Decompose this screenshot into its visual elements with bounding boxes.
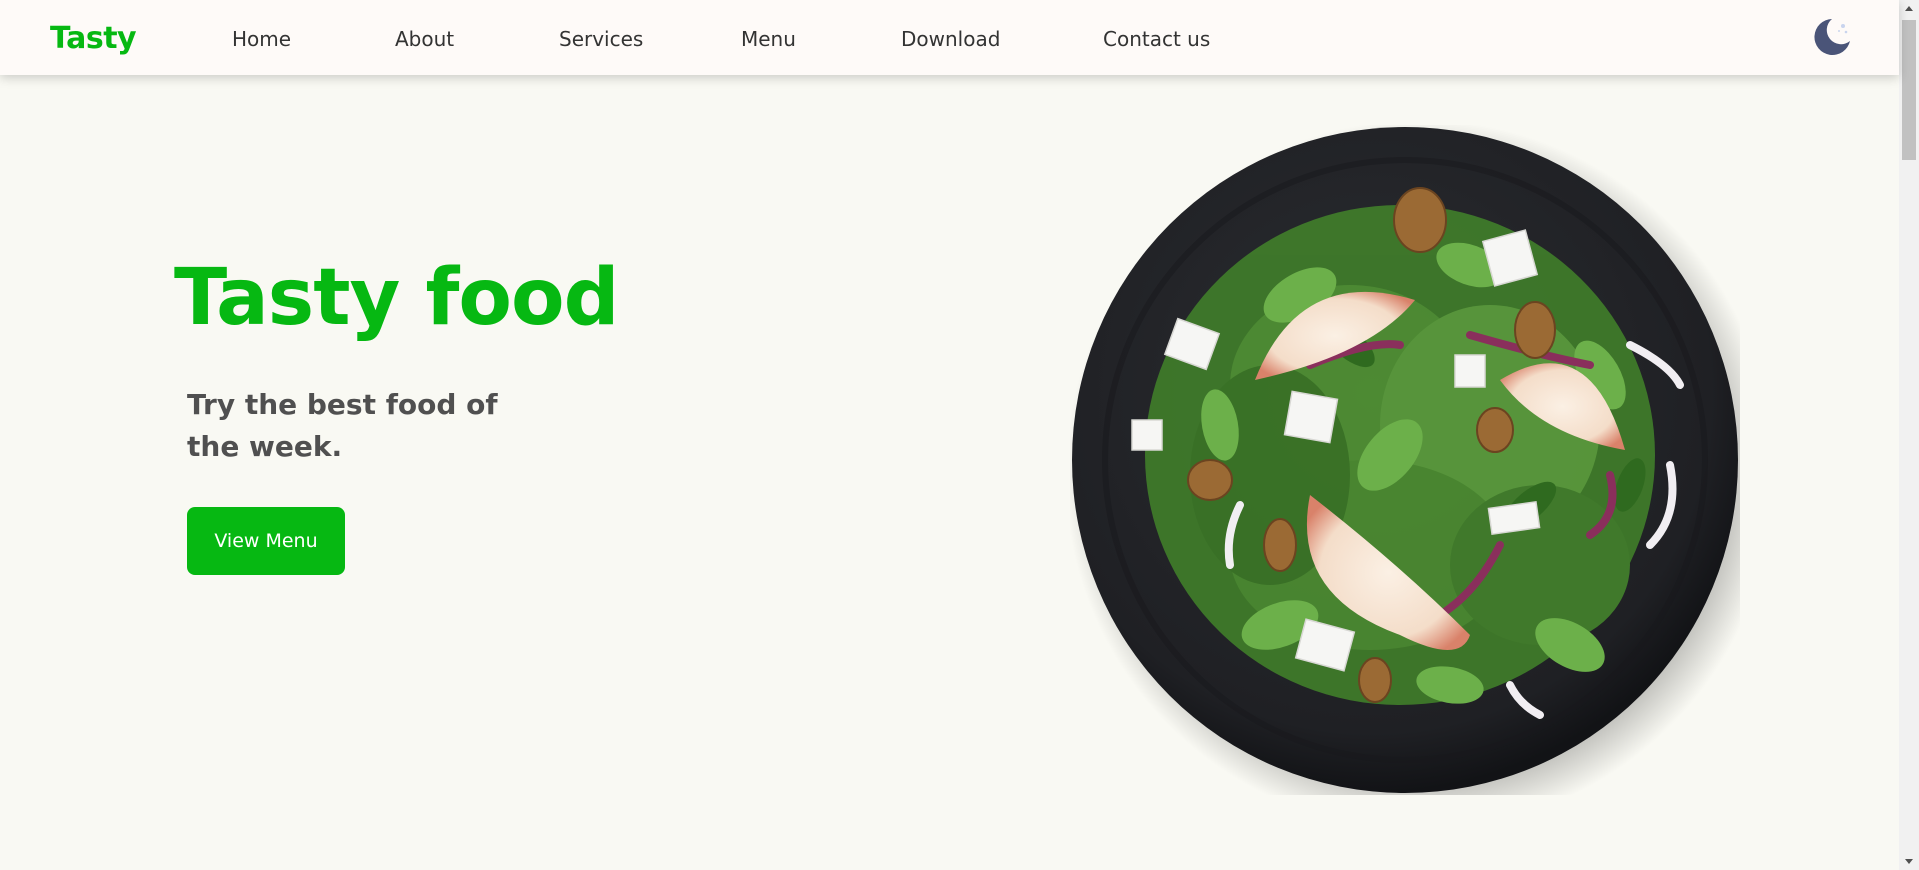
nav-home-link[interactable]: Home [232,26,291,52]
salad-plate-image [1065,120,1775,830]
nav-contact-link[interactable]: Contact us [1103,26,1210,52]
hero-subtitle: Try the best food of the week. [187,388,498,463]
nav-about-link[interactable]: About [395,26,454,52]
nav-download-link[interactable]: Download [901,26,1000,52]
page: Tasty Home About Services Menu Download … [0,0,1919,870]
hero-title: Tasty food [174,253,619,343]
scroll-up-arrow-icon[interactable] [1899,0,1919,18]
site-logo[interactable]: Tasty [50,20,137,58]
vertical-scrollbar[interactable] [1899,0,1919,870]
nav-menu-link[interactable]: Menu [741,26,796,52]
theme-toggle-button[interactable] [1812,17,1852,57]
nav-services-link[interactable]: Services [559,26,643,52]
scrollbar-thumb[interactable] [1902,20,1916,160]
top-navbar: Tasty Home About Services Menu Download … [0,0,1899,75]
moon-icon [1814,19,1850,55]
view-menu-button[interactable]: View Menu [187,507,345,575]
scroll-down-arrow-icon[interactable] [1899,852,1919,870]
